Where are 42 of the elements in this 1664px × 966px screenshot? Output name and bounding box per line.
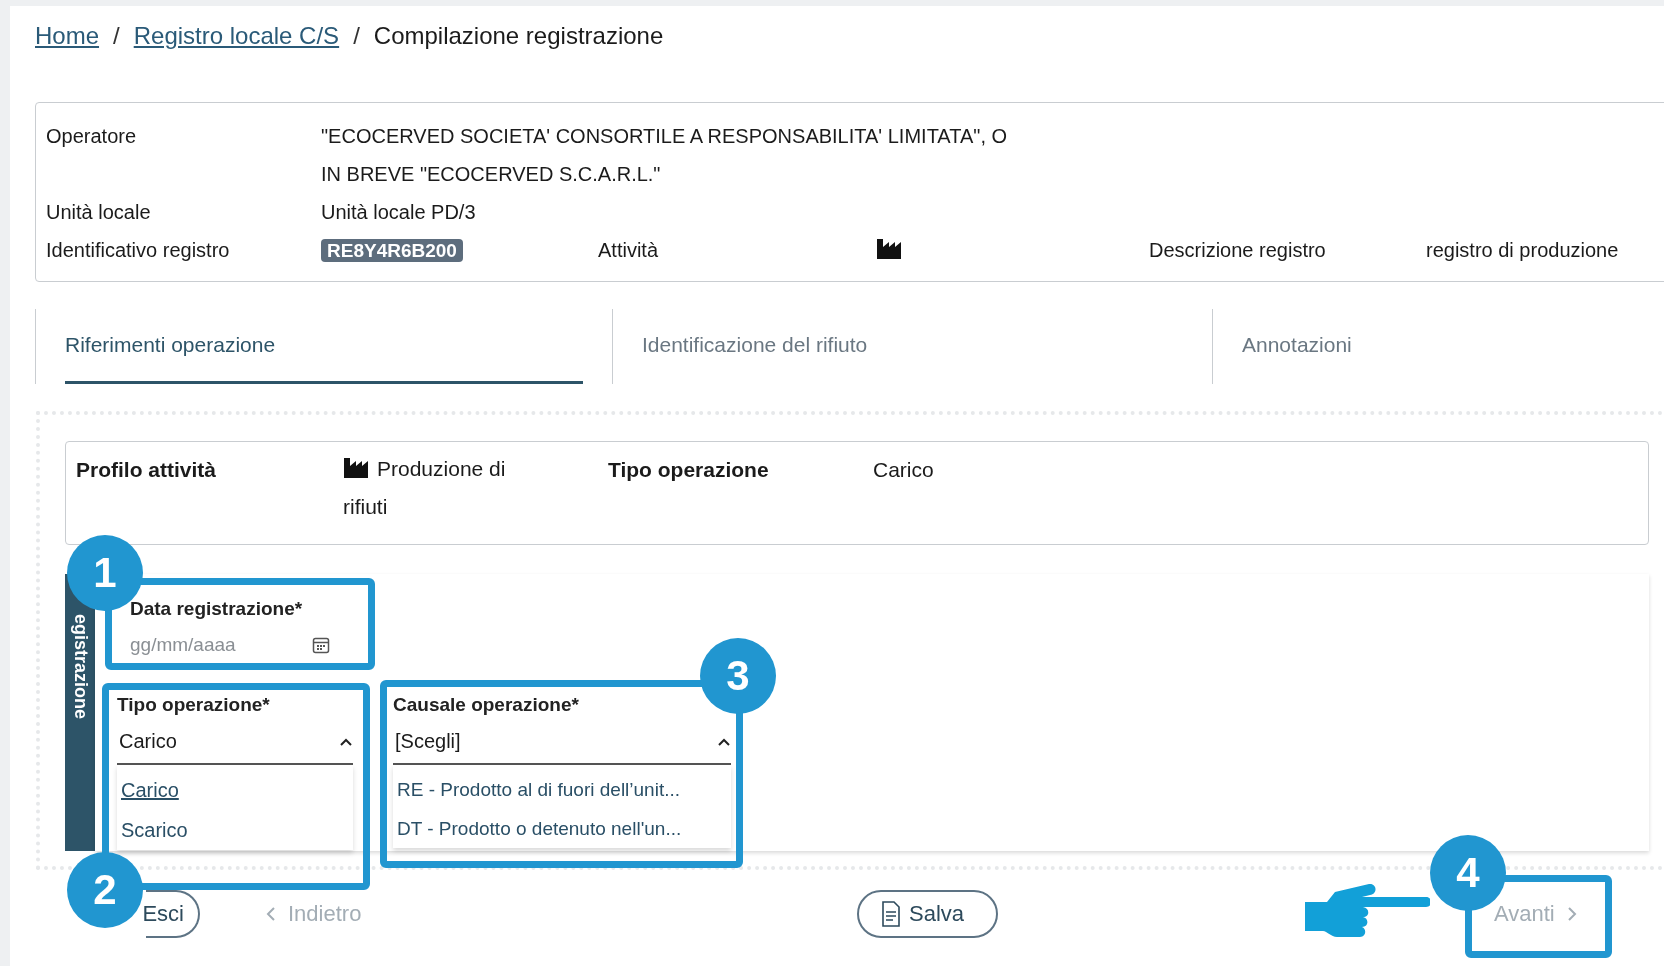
field-value: Unità locale PD/3 <box>321 200 476 225</box>
field-label: Operatore <box>46 124 138 149</box>
field-label: Causale operazione* <box>393 694 580 716</box>
field-value: Carico <box>873 458 934 483</box>
field-label: Tipo operazione <box>608 458 770 483</box>
breadcrumb-link[interactable]: Home <box>35 22 100 50</box>
field-label: Descrizione registro <box>1149 238 1327 263</box>
chevron-left-icon <box>266 906 276 922</box>
field-label: Unità locale <box>46 200 152 225</box>
dropdown-field[interactable]: [Scegli] <box>393 716 731 765</box>
field-label: Tipo operazione* <box>117 694 271 716</box>
dropdown-option[interactable]: Scarico <box>121 819 188 842</box>
breadcrumb-separator: / <box>353 22 360 50</box>
document-icon <box>881 901 901 927</box>
dropdown-option[interactable]: DT - Prodotto o detenuto nell'un... <box>397 818 682 840</box>
breadcrumb-link[interactable]: Registro locale C/S <box>133 22 340 50</box>
calendar-icon <box>312 636 330 654</box>
field-label: Identificativo registro <box>46 238 231 263</box>
field-value: IN BREVE "ECOCERVED S.C.A.R.L." <box>321 162 662 187</box>
field-value: "ECOCERVED SOCIETA' CONSORTILE A RESPONSABILITA' LIMITATA", O <box>321 124 1008 149</box>
tab[interactable]: Annotazioni <box>1242 309 1635 384</box>
tab[interactable]: Riferimenti operazione <box>65 309 583 384</box>
dropdown-field[interactable]: Carico <box>117 716 353 765</box>
field-label: Data registrazione* <box>130 598 304 620</box>
save-button[interactable]: Salva <box>857 890 998 938</box>
factory-icon <box>876 236 904 260</box>
field-label: Attività <box>598 238 660 263</box>
step-number: 2 <box>67 852 143 928</box>
breadcrumb-current: Compilazione registrazione <box>373 22 664 50</box>
dropdown-option[interactable]: RE - Prodotto al di fuori dell’unit... <box>397 779 681 801</box>
registry-id-badge: RE8Y4R6B200 <box>321 239 463 262</box>
field-label: Profilo attività <box>76 458 218 483</box>
caret-icon <box>717 736 731 747</box>
field-value: registro di produzione <box>1426 238 1619 263</box>
field-value: Produzione di rifiuti <box>343 454 507 520</box>
caret-icon <box>339 736 353 747</box>
exit-button[interactable]: Esci <box>146 890 200 938</box>
chevron-right-icon <box>1566 906 1577 922</box>
dropdown-option[interactable]: Carico <box>121 779 179 802</box>
tab[interactable]: Identificazione del rifiuto <box>642 309 1183 384</box>
factory-icon <box>343 455 371 479</box>
breadcrumb-separator: / <box>113 22 120 50</box>
